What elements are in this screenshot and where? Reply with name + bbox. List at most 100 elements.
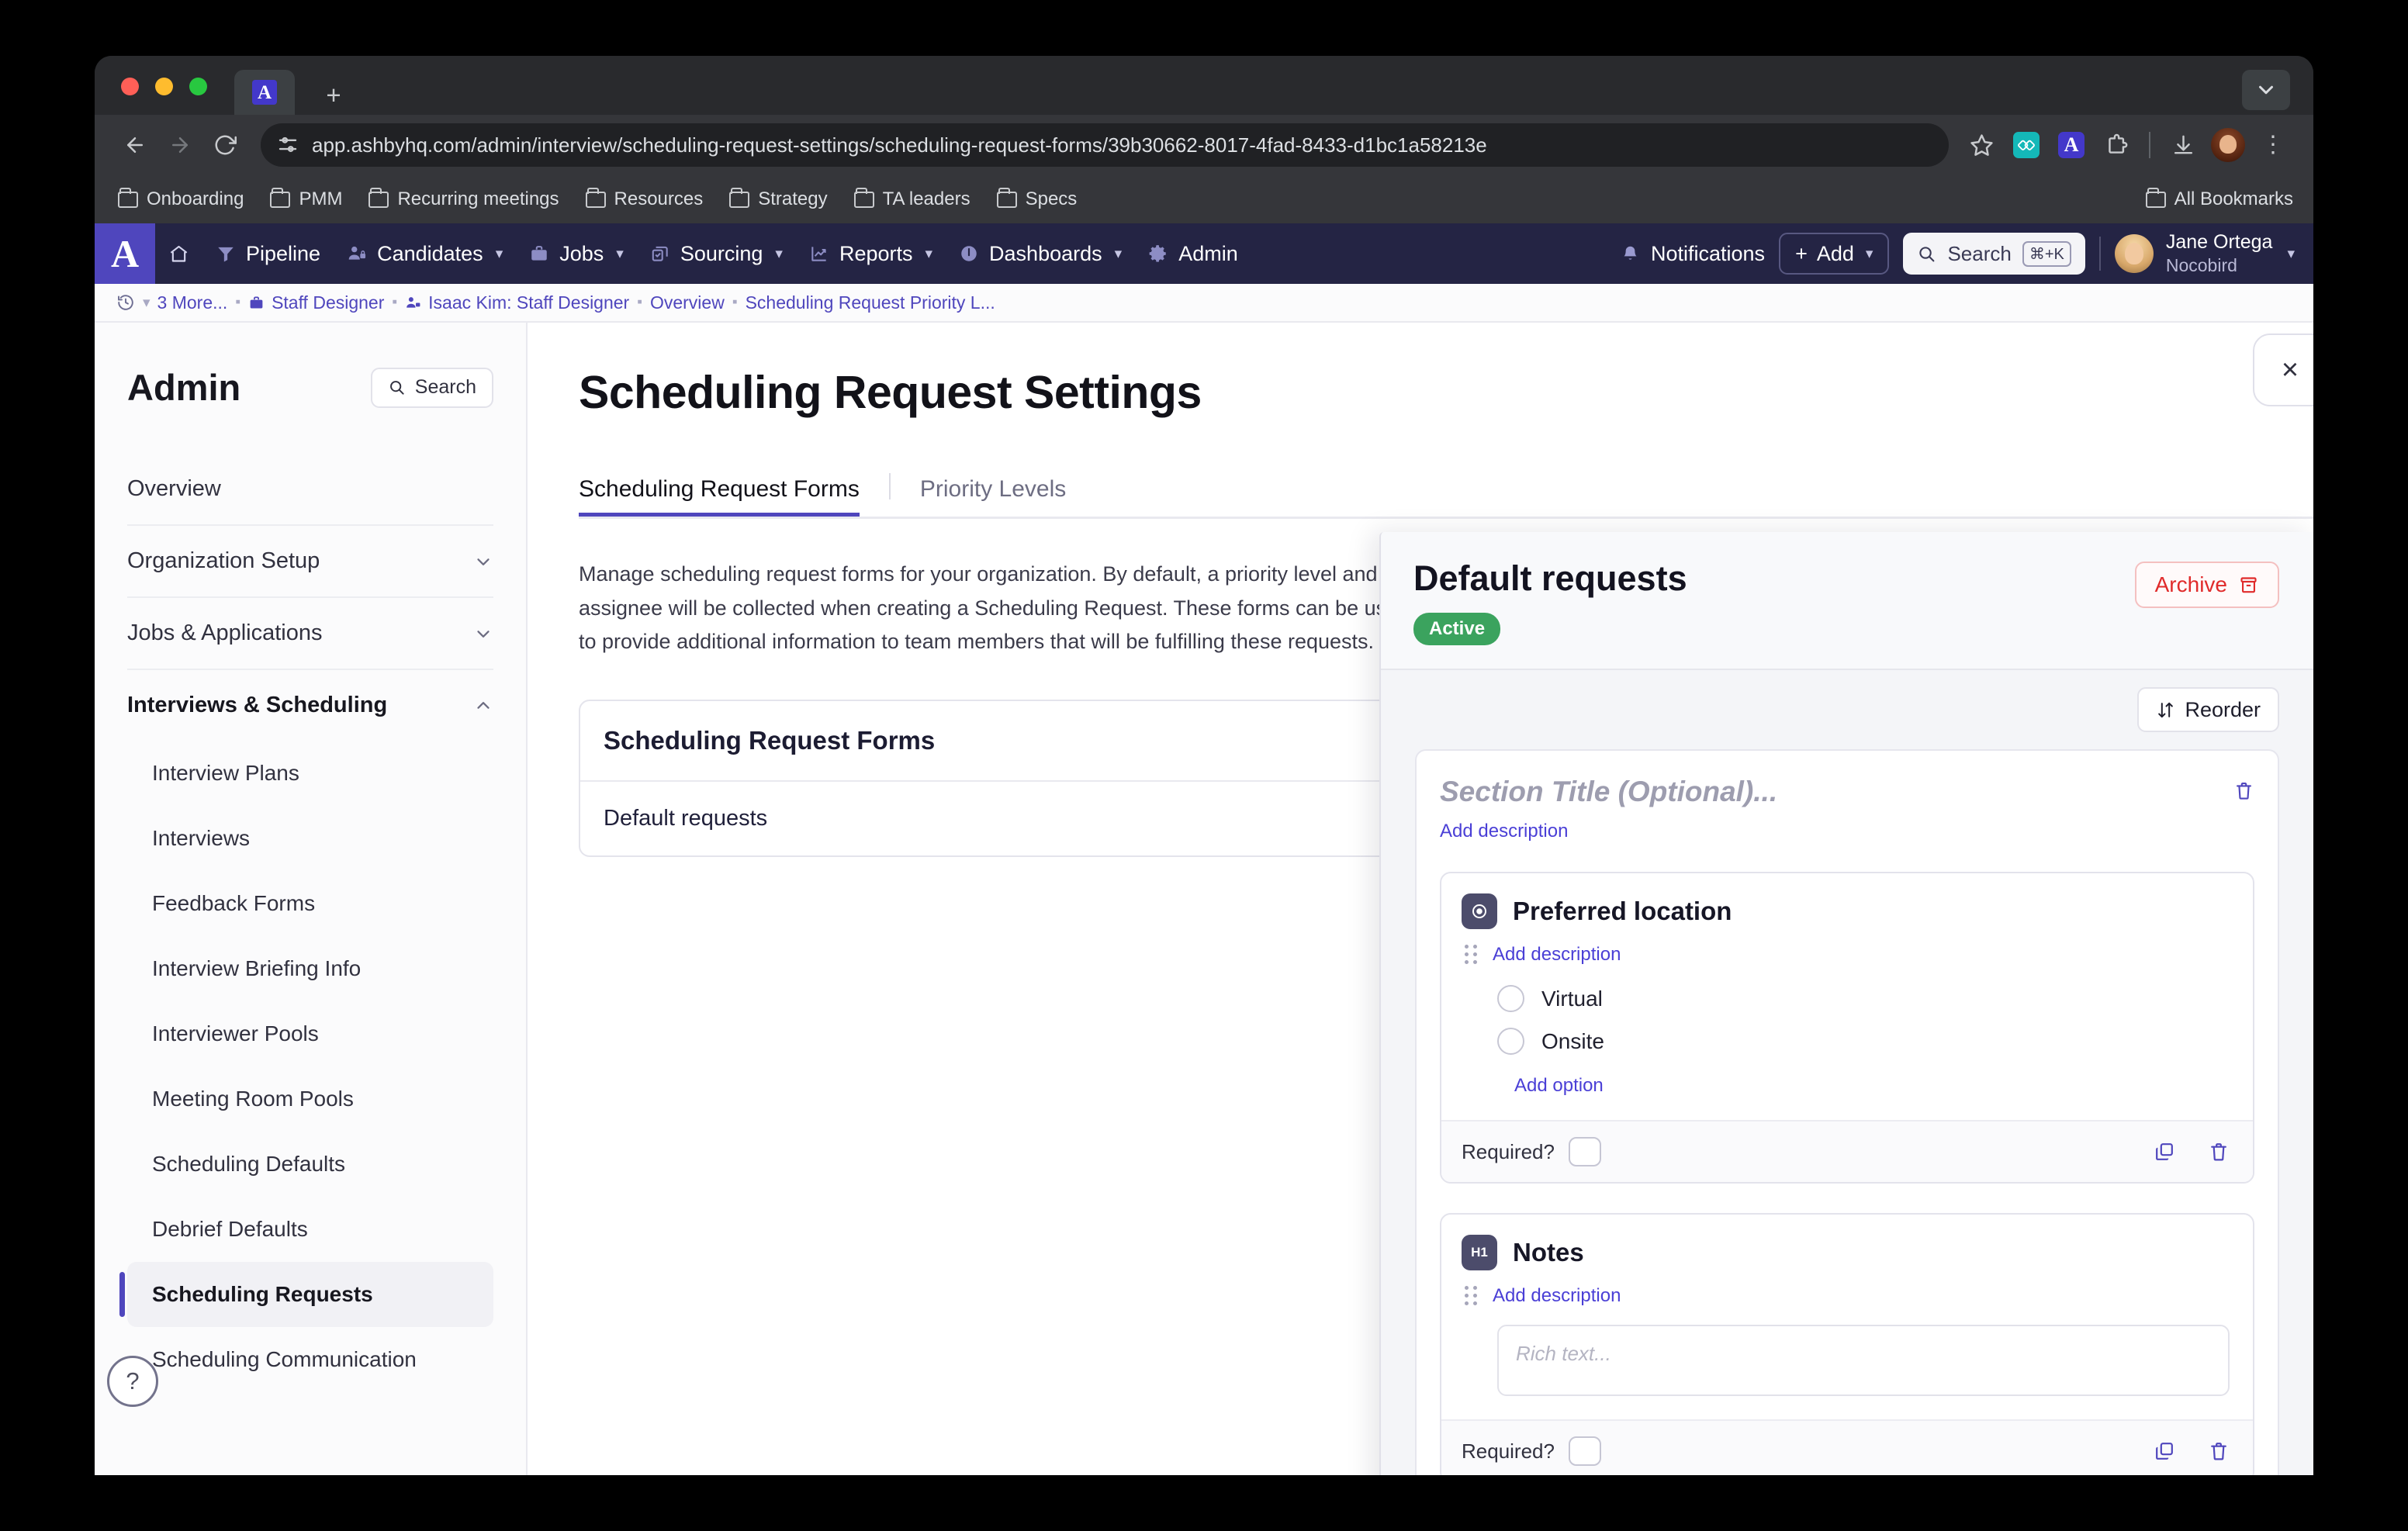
bookmark-star-icon[interactable] bbox=[1961, 125, 2001, 165]
help-button[interactable]: ? bbox=[107, 1356, 158, 1407]
nav-item-admin[interactable]: Admin bbox=[1135, 223, 1251, 284]
global-search-button[interactable]: Search ⌘+K bbox=[1903, 233, 2085, 275]
drag-handle-icon[interactable] bbox=[1465, 943, 1479, 966]
question-add-description-link[interactable]: Add description bbox=[1493, 1285, 1621, 1307]
question-title[interactable]: Preferred location bbox=[1513, 897, 1732, 926]
downloads-icon[interactable] bbox=[2163, 125, 2203, 165]
app-navbar: A Pipeline Candidates ▾ bbox=[95, 223, 2313, 284]
tab-priority-levels[interactable]: Priority Levels bbox=[920, 476, 1066, 517]
back-button[interactable] bbox=[115, 125, 155, 165]
sidebar-item-interviewer-pools[interactable]: Interviewer Pools bbox=[127, 1001, 493, 1066]
extension-ashby-icon[interactable]: A bbox=[2051, 125, 2091, 165]
extension-teal-icon[interactable] bbox=[2006, 125, 2046, 165]
site-settings-icon[interactable] bbox=[276, 133, 299, 157]
nav-home[interactable] bbox=[155, 223, 202, 284]
maximize-window-button[interactable] bbox=[189, 78, 207, 95]
all-bookmarks-button[interactable]: All Bookmarks bbox=[2146, 188, 2293, 210]
option-row-virtual[interactable]: Virtual bbox=[1497, 985, 2230, 1012]
breadcrumb-item-candidate[interactable]: Isaac Kim: Staff Designer bbox=[405, 292, 629, 313]
ashby-logo-icon[interactable]: A bbox=[95, 223, 155, 284]
sidebar-item-interview-plans[interactable]: Interview Plans bbox=[127, 741, 493, 806]
required-toggle[interactable] bbox=[1569, 1436, 1601, 1466]
sidebar-item-scheduling-requests[interactable]: Scheduling Requests bbox=[127, 1262, 493, 1327]
duplicate-icon[interactable] bbox=[2154, 1141, 2175, 1163]
bookmark-item[interactable]: Strategy bbox=[729, 188, 827, 210]
home-icon bbox=[168, 244, 189, 264]
sidebar-section-jobs-applications[interactable]: Jobs & Applications bbox=[127, 598, 493, 670]
rich-text-input[interactable]: Rich text... bbox=[1497, 1325, 2230, 1396]
nav-item-jobs[interactable]: Jobs ▾ bbox=[516, 223, 637, 284]
reload-button[interactable] bbox=[205, 125, 245, 165]
browser-menu-kebab-icon[interactable]: ⋮ bbox=[2253, 125, 2293, 165]
bookmark-item[interactable]: Onboarding bbox=[118, 188, 244, 210]
question-options: Virtual Onsite Add option bbox=[1462, 985, 2230, 1097]
radio-unchecked-icon[interactable] bbox=[1497, 1028, 1524, 1055]
tab-list-chevron-down-icon[interactable] bbox=[2242, 70, 2290, 110]
breadcrumb-item-priority-levels[interactable]: Scheduling Request Priority L... bbox=[746, 292, 995, 313]
reorder-button[interactable]: Reorder bbox=[2137, 687, 2279, 732]
delete-icon[interactable] bbox=[2208, 1141, 2230, 1163]
history-clock-icon[interactable] bbox=[116, 293, 135, 312]
new-tab-button[interactable]: + bbox=[318, 79, 349, 110]
minimize-window-button[interactable] bbox=[155, 78, 173, 95]
bookmark-item[interactable]: Specs bbox=[997, 188, 1078, 210]
reorder-arrows-icon bbox=[2156, 700, 2175, 720]
sidebar-item-scheduling-defaults[interactable]: Scheduling Defaults bbox=[127, 1132, 493, 1197]
add-option-link[interactable]: Add option bbox=[1514, 1075, 1604, 1097]
radio-unchecked-icon[interactable] bbox=[1497, 985, 1524, 1012]
nav-item-candidates[interactable]: Candidates ▾ bbox=[334, 223, 516, 284]
delete-icon[interactable] bbox=[2208, 1440, 2230, 1462]
drawer-scroll-area[interactable]: Section Title (Optional)... Add descript… bbox=[1381, 749, 2313, 1475]
option-row-onsite[interactable]: Onsite bbox=[1497, 1028, 2230, 1055]
sidebar-item-feedback-forms[interactable]: Feedback Forms bbox=[127, 871, 493, 936]
notifications-button[interactable]: Notifications bbox=[1621, 242, 1765, 266]
drag-handle-icon[interactable] bbox=[1465, 1284, 1479, 1308]
url-text: app.ashbyhq.com/admin/interview/scheduli… bbox=[312, 133, 1487, 157]
bookmark-label: Resources bbox=[614, 188, 704, 210]
nav-item-pipeline[interactable]: Pipeline bbox=[202, 223, 334, 284]
nav-item-sourcing[interactable]: Sourcing ▾ bbox=[637, 223, 796, 284]
folder-icon bbox=[2146, 192, 2166, 208]
bookmark-item[interactable]: Resources bbox=[586, 188, 704, 210]
nav-item-dashboards[interactable]: Dashboards ▾ bbox=[946, 223, 1135, 284]
sidebar-section-interviews-header[interactable]: Interviews & Scheduling bbox=[127, 670, 493, 741]
sidebar-search-button[interactable]: Search bbox=[371, 368, 493, 408]
delete-icon[interactable] bbox=[2233, 780, 2254, 801]
breadcrumb-item-staff-designer[interactable]: Staff Designer bbox=[248, 292, 384, 313]
archive-button[interactable]: Archive bbox=[2135, 562, 2279, 608]
close-window-button[interactable] bbox=[121, 78, 139, 95]
chevron-down-icon bbox=[473, 551, 493, 572]
question-title[interactable]: Notes bbox=[1513, 1238, 1584, 1267]
address-bar[interactable]: app.ashbyhq.com/admin/interview/scheduli… bbox=[261, 123, 1949, 167]
bookmark-item[interactable]: TA leaders bbox=[854, 188, 970, 210]
add-button[interactable]: + Add ▾ bbox=[1779, 233, 1889, 275]
browser-profile-avatar[interactable] bbox=[2208, 125, 2248, 165]
sidebar-search-label: Search bbox=[415, 376, 476, 399]
extensions-puzzle-icon[interactable] bbox=[2096, 125, 2136, 165]
tab-scheduling-request-forms[interactable]: Scheduling Request Forms bbox=[579, 476, 860, 517]
breadcrumb-item-overview[interactable]: Overview bbox=[650, 292, 725, 313]
duplicate-icon[interactable] bbox=[2154, 1440, 2175, 1462]
required-toggle[interactable] bbox=[1569, 1137, 1601, 1166]
sidebar-item-interview-briefing-info[interactable]: Interview Briefing Info bbox=[127, 936, 493, 1001]
sidebar-item-interviews[interactable]: Interviews bbox=[127, 806, 493, 871]
sidebar-item-debrief-defaults[interactable]: Debrief Defaults bbox=[127, 1197, 493, 1262]
sidebar-item-scheduling-communication[interactable]: Scheduling Communication bbox=[127, 1327, 493, 1392]
browser-tab[interactable]: A bbox=[234, 70, 295, 115]
bookmark-item[interactable]: Recurring meetings bbox=[368, 188, 559, 210]
breadcrumb-more[interactable]: ▾ 3 More... bbox=[143, 292, 227, 313]
close-icon[interactable]: × bbox=[2253, 334, 2313, 406]
chevron-down-icon: ▾ bbox=[775, 245, 783, 263]
question-add-description-link[interactable]: Add description bbox=[1493, 944, 1621, 966]
bookmark-item[interactable]: PMM bbox=[270, 188, 342, 210]
sidebar-section-organization-setup[interactable]: Organization Setup bbox=[127, 526, 493, 598]
nav-item-reports[interactable]: Reports ▾ bbox=[796, 223, 946, 284]
global-search-label: Search bbox=[1947, 242, 2011, 266]
forward-button[interactable] bbox=[160, 125, 200, 165]
sidebar-item-overview[interactable]: Overview bbox=[127, 454, 493, 526]
section-add-description-link[interactable]: Add description bbox=[1440, 821, 1568, 842]
user-menu-button[interactable]: Jane Ortega Nocobird ▾ bbox=[2115, 230, 2295, 277]
sidebar-item-meeting-room-pools[interactable]: Meeting Room Pools bbox=[127, 1066, 493, 1132]
nav-label: Jobs bbox=[559, 242, 604, 266]
section-title-input[interactable]: Section Title (Optional)... bbox=[1440, 776, 2254, 808]
